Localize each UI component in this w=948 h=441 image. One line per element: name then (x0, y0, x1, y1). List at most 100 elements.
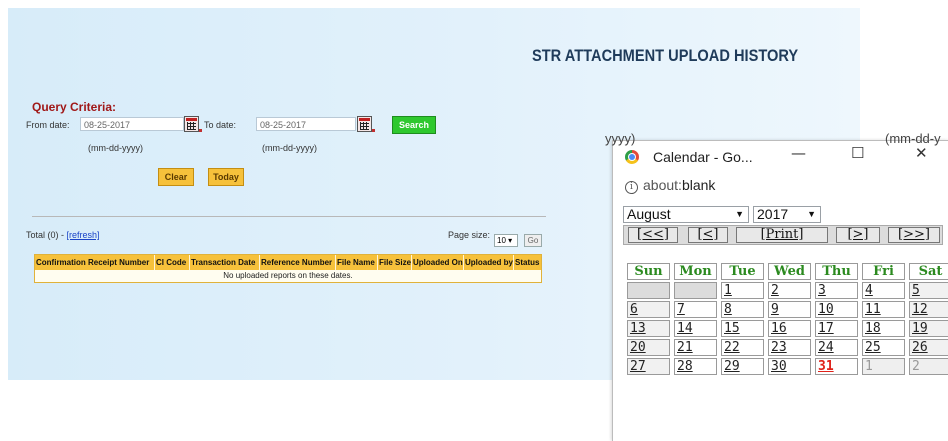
column-header: File Name (336, 255, 378, 270)
column-header: Uploaded On (412, 255, 464, 270)
calendar-day[interactable]: 3 (815, 282, 858, 299)
calendar-day[interactable]: 23 (768, 339, 811, 356)
calendar-day[interactable]: 2 (909, 358, 948, 375)
divider (32, 216, 546, 217)
year-value: 2017 (757, 206, 789, 222)
column-header: Status (515, 258, 540, 267)
calendar-day[interactable]: 15 (721, 320, 764, 337)
calendar-day[interactable]: 4 (862, 282, 905, 299)
calendar-day[interactable]: 2 (768, 282, 811, 299)
page-title: STR ATTACHMENT UPLOAD HISTORY (532, 46, 799, 65)
address-value: blank (681, 177, 716, 193)
required-marker-icon (372, 129, 375, 132)
to-calendar-icon[interactable] (357, 116, 372, 132)
page-size-label: Page size: (448, 230, 491, 240)
weekday-header: Wed (768, 263, 811, 280)
calendar-day[interactable]: 24 (815, 339, 858, 356)
table-header: Confirmation Receipt Number CI Code Tran… (35, 255, 541, 270)
calendar-empty-cell (627, 282, 670, 299)
total-count: Total (0) - [refresh] (26, 230, 100, 240)
previous-month-button[interactable]: [<] (688, 227, 728, 243)
calendar-day[interactable]: 16 (768, 320, 811, 337)
calendar-day[interactable]: 10 (815, 301, 858, 318)
calendar-day[interactable]: 8 (721, 301, 764, 318)
calendar-nav-bar: [<<] [<] [Print] [>] [>>] (623, 225, 943, 245)
clear-button[interactable]: Clear (158, 168, 194, 186)
weekday-header: Sat (909, 263, 948, 280)
weekday-header: Sun (627, 263, 670, 280)
to-date-label: To date: (204, 120, 237, 130)
year-select[interactable]: 2017 ▼ (753, 206, 821, 223)
calendar-day[interactable]: 13 (627, 320, 670, 337)
previous-year-button[interactable]: [<<] (628, 227, 678, 243)
page-size-select[interactable]: 10 ▾ (494, 234, 518, 247)
calendar-day[interactable]: 1 (721, 282, 764, 299)
from-date-label: From date: (26, 120, 70, 130)
calendar-day[interactable]: 1 (862, 358, 905, 375)
required-marker-icon (199, 129, 202, 132)
calendar-day[interactable]: 25 (862, 339, 905, 356)
calendar-popup-window: yyyy) (mm-dd-y Calendar - Go... — ☐ ✕ ia… (605, 131, 948, 441)
calendar-empty-cell (674, 282, 717, 299)
calendar-day[interactable]: 27 (627, 358, 670, 375)
calendar-day[interactable]: 31 (815, 358, 858, 375)
calendar-day[interactable]: 28 (674, 358, 717, 375)
month-value: August (627, 206, 671, 222)
next-year-button[interactable]: [>>] (888, 227, 940, 243)
column-header: Uploaded by (464, 255, 514, 270)
calendar-day[interactable]: 22 (721, 339, 764, 356)
next-month-button[interactable]: [>] (836, 227, 880, 243)
weekday-header: Tue (721, 263, 764, 280)
calendar-day[interactable]: 21 (674, 339, 717, 356)
address-bar: i about:blank (625, 177, 715, 194)
query-criteria-heading: Query Criteria: (32, 100, 117, 114)
calendar-day[interactable]: 7 (674, 301, 717, 318)
calendar-day[interactable]: 6 (627, 301, 670, 318)
page-size-value: 10 (497, 236, 506, 245)
column-header: CI Code (155, 255, 190, 270)
from-date-input[interactable]: 08-25-2017 (80, 117, 184, 131)
calendar-day[interactable]: 20 (627, 339, 670, 356)
dropdown-arrow-icon: ▼ (807, 209, 816, 219)
weekday-header: Fri (862, 263, 905, 280)
today-button[interactable]: Today (208, 168, 244, 186)
history-table: Confirmation Receipt Number CI Code Tran… (34, 254, 542, 283)
month-select[interactable]: August ▼ (623, 206, 749, 223)
maximize-button[interactable]: ☐ (851, 144, 864, 162)
info-icon: i (625, 181, 638, 194)
close-button[interactable]: ✕ (915, 144, 928, 162)
column-header: Transaction Date (190, 255, 260, 270)
calendar-day[interactable]: 9 (768, 301, 811, 318)
go-button[interactable]: Go (524, 234, 542, 247)
calendar-day[interactable]: 30 (768, 358, 811, 375)
chrome-icon (625, 150, 639, 164)
refresh-link[interactable]: [refresh] (67, 230, 100, 240)
column-header: Reference Number (260, 255, 336, 270)
dropdown-arrow-icon: ▼ (735, 209, 744, 219)
from-calendar-icon[interactable] (184, 116, 199, 132)
calendar-day[interactable]: 11 (862, 301, 905, 318)
to-date-format-hint: (mm-dd-yyyy) (262, 143, 317, 153)
calendar-day[interactable]: 5 (909, 282, 948, 299)
to-date-input[interactable]: 08-25-2017 (256, 117, 356, 131)
weekday-header: Thu (815, 263, 858, 280)
calendar-day[interactable]: 19 (909, 320, 948, 337)
weekday-header: Mon (674, 263, 717, 280)
calendar-day[interactable]: 29 (721, 358, 764, 375)
calendar-day[interactable]: 18 (862, 320, 905, 337)
minimize-button[interactable]: — (791, 144, 806, 162)
calendar-day[interactable]: 12 (909, 301, 948, 318)
calendar-day[interactable]: 14 (674, 320, 717, 337)
column-header: File Size (378, 255, 412, 270)
window-title: Calendar - Go... (653, 149, 753, 165)
calendar-day[interactable]: 17 (815, 320, 858, 337)
empty-message: No uploaded reports on these dates. (35, 270, 541, 282)
address-prefix: about: (643, 177, 682, 193)
window-titlebar: Calendar - Go... — ☐ ✕ (613, 141, 948, 171)
print-button[interactable]: [Print] (736, 227, 828, 243)
search-button[interactable]: Search (392, 116, 436, 134)
column-header: Confirmation Receipt Number (35, 255, 155, 270)
calendar-day[interactable]: 26 (909, 339, 948, 356)
from-date-format-hint: (mm-dd-yyyy) (88, 143, 143, 153)
total-text: Total (0) - (26, 230, 67, 240)
